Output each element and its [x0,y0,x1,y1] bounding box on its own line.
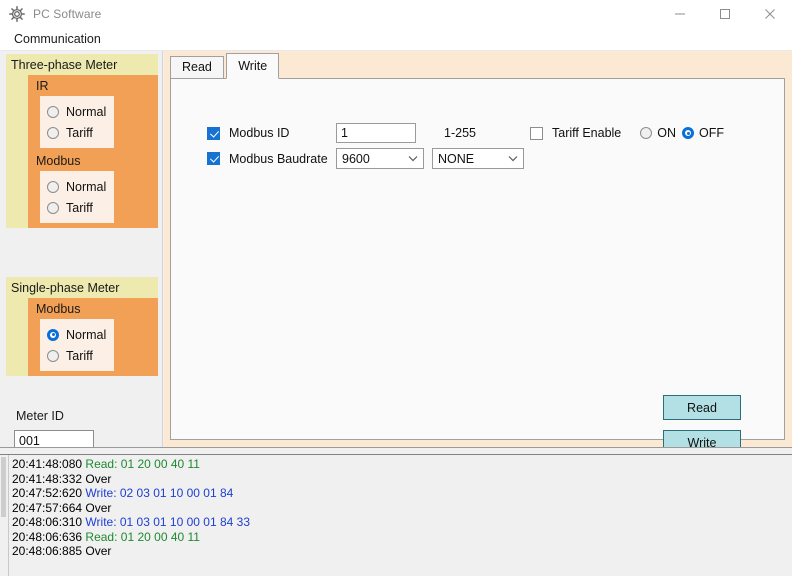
modbus-baudrate-label: Modbus Baudrate [229,152,336,166]
radio-group-modbus-1p: Normal Tariff [40,319,114,371]
radio-label: Normal [66,180,106,194]
radio-icon[interactable] [47,181,59,193]
tariff-enable-checkbox[interactable] [530,127,543,140]
radio-label: Tariff [66,126,93,140]
log-timestamp: 20:48:06:885 [12,544,82,558]
log-scrollbar-thumb[interactable] [1,457,6,517]
chevron-down-icon [503,155,523,162]
log-timestamp: 20:48:06:310 [12,515,82,529]
log-message: Write: 01 03 01 10 00 01 84 33 [85,515,250,529]
radio-icon[interactable] [47,329,59,341]
log-line: 20:48:06:636 Read: 01 20 00 40 11 [12,530,792,545]
tab-write[interactable]: Write [226,53,279,79]
radio-option-modbus3p-normal[interactable]: Normal [40,176,114,197]
log-line: 20:41:48:080 Read: 01 20 00 40 11 [12,457,792,472]
log-line: 20:48:06:885 Over [12,544,792,559]
parity-value: NONE [433,152,503,166]
subgroup-title-ir: IR [28,78,158,96]
radio-label: Normal [66,105,106,119]
subgroup-three-phase-container: IR Normal Tariff Modbus Normal [28,75,158,228]
radio-label: Tariff [66,349,93,363]
form-row-modbus-id: Modbus ID 1-255 Tariff Enable ON OFF [207,123,730,143]
group-single-phase-meter: Single-phase Meter Modbus Normal Tariff [6,277,158,376]
tab-read[interactable]: Read [170,56,224,79]
window-title: PC Software [33,7,101,21]
log-timestamp: 20:41:48:332 [12,472,82,486]
window-titlebar: PC Software [0,0,792,28]
log-line-list: 20:41:48:080 Read: 01 20 00 40 11 20:41:… [9,455,792,576]
log-line: 20:47:57:664 Over [12,501,792,516]
radio-option-ir-tariff[interactable]: Tariff [40,122,114,143]
log-timestamp: 20:47:52:620 [12,486,82,500]
log-line: 20:41:48:332 Over [12,472,792,487]
meter-id-label: Meter ID [16,409,64,423]
baudrate-value: 9600 [337,152,403,166]
main-body: Three-phase Meter IR Normal Tariff Modbu… [0,51,792,447]
log-line: 20:47:52:620 Write: 02 03 01 10 00 01 84 [12,486,792,501]
radio-label: ON [657,126,676,140]
radio-label: Tariff [66,201,93,215]
tab-panel-write: Modbus ID 1-255 Tariff Enable ON OFF Mod… [170,78,785,440]
radio-option-modbus3p-tariff[interactable]: Tariff [40,197,114,218]
tabstrip: Read Write [164,51,792,75]
log-message: Over [85,501,111,515]
minimize-icon[interactable] [657,0,702,28]
log-message: Over [85,472,111,486]
group-title-single-phase: Single-phase Meter [6,277,158,298]
log-message: Read: 01 20 00 40 11 [85,530,200,544]
tariff-enable-label: Tariff Enable [552,126,621,140]
window-controls [657,0,792,28]
read-button[interactable]: Read [663,395,741,420]
modbus-id-input[interactable] [336,123,416,143]
subgroup-title-modbus-1p: Modbus [28,301,158,319]
log-timestamp: 20:47:57:664 [12,501,82,515]
menubar: Communication [0,28,792,51]
baudrate-select[interactable]: 9600 [336,148,424,169]
group-title-three-phase: Three-phase Meter [6,54,158,75]
tariff-option-on[interactable]: ON [640,126,676,140]
radio-icon[interactable] [640,127,652,139]
maximize-icon[interactable] [702,0,747,28]
log-timestamp: 20:41:48:080 [12,457,82,471]
radio-option-modbus1p-tariff[interactable]: Tariff [40,345,114,366]
radio-label: Normal [66,328,106,342]
radio-icon[interactable] [47,350,59,362]
content-area: Read Write Modbus ID 1-255 Tariff Enable… [164,51,792,447]
modbus-id-range-hint: 1-255 [444,126,530,140]
gear-icon [9,6,25,22]
log-timestamp: 20:48:06:636 [12,530,82,544]
subgroup-title-modbus-3p: Modbus [28,148,158,171]
radio-icon[interactable] [47,106,59,118]
radio-option-ir-normal[interactable]: Normal [40,101,114,122]
radio-icon[interactable] [47,202,59,214]
log-message: Write: 02 03 01 10 00 01 84 [85,486,233,500]
log-output[interactable]: 20:41:48:080 Read: 01 20 00 40 11 20:41:… [0,454,792,576]
modbus-baudrate-checkbox[interactable] [207,152,220,165]
tariff-option-off[interactable]: OFF [682,126,724,140]
sidebar: Three-phase Meter IR Normal Tariff Modbu… [0,51,163,447]
modbus-id-checkbox[interactable] [207,127,220,140]
log-line: 20:48:06:310 Write: 01 03 01 10 00 01 84… [12,515,792,530]
parity-select[interactable]: NONE [432,148,524,169]
log-panel: 20:41:48:080 Read: 01 20 00 40 11 20:41:… [0,447,792,576]
menu-item-communication[interactable]: Communication [11,30,104,48]
subgroup-single-phase-container: Modbus Normal Tariff [28,298,158,376]
form-row-modbus-baudrate: Modbus Baudrate 9600 NONE [207,148,524,169]
chevron-down-icon [403,155,423,162]
group-three-phase-meter: Three-phase Meter IR Normal Tariff Modbu… [6,54,158,228]
radio-group-ir: Normal Tariff [40,96,114,148]
radio-label: OFF [699,126,724,140]
log-scrollbar[interactable] [0,455,9,576]
modbus-id-label: Modbus ID [229,126,336,140]
radio-icon[interactable] [682,127,694,139]
close-icon[interactable] [747,0,792,28]
radio-option-modbus1p-normal[interactable]: Normal [40,324,114,345]
log-message: Read: 01 20 00 40 11 [85,457,200,471]
radio-icon[interactable] [47,127,59,139]
radio-group-modbus-3p: Normal Tariff [40,171,114,223]
log-message: Over [85,544,111,558]
